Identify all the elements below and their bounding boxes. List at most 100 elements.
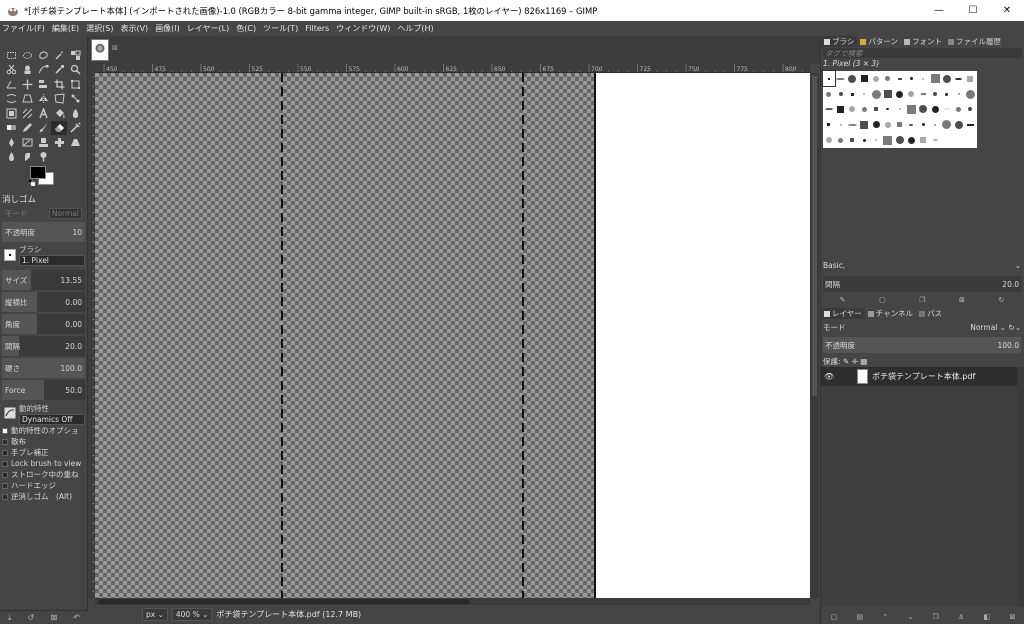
dodge-burn-tool-icon[interactable] xyxy=(35,150,51,165)
brush-thumbnail[interactable] xyxy=(917,133,929,148)
menu-filters[interactable]: Filters xyxy=(305,24,329,33)
brush-thumbnail[interactable] xyxy=(965,71,977,86)
raise-layer-icon[interactable]: ⌃ xyxy=(882,613,888,621)
brush-thumbnail[interactable] xyxy=(929,71,941,86)
reset-colors-icon[interactable] xyxy=(28,179,36,186)
by-color-select-tool-icon[interactable] xyxy=(67,48,83,63)
option-checkbox[interactable]: 逆消しゴム (Alt) xyxy=(2,491,88,502)
brush-thumbnail[interactable] xyxy=(894,71,906,86)
brush-thumbnail[interactable] xyxy=(847,102,859,117)
scissors-tool-icon[interactable] xyxy=(3,63,19,78)
option-checkbox[interactable]: Lock brush to view xyxy=(2,458,88,469)
brush-tag-search[interactable]: タグで検索 xyxy=(823,48,1022,58)
brush-thumbnail[interactable] xyxy=(953,102,965,117)
cage-transform-tool-icon[interactable] xyxy=(51,92,67,107)
crop-tool-icon[interactable] xyxy=(51,77,67,92)
brush-thumbnail[interactable] xyxy=(917,71,929,86)
brush-thumbnail[interactable] xyxy=(941,86,953,101)
brush-thumbnail[interactable] xyxy=(882,71,894,86)
maximize-button[interactable]: ☐ xyxy=(956,0,990,21)
brush-thumbnail[interactable] xyxy=(847,71,859,86)
lock-pixels-icon[interactable]: ✎ xyxy=(843,357,849,366)
layer-row[interactable]: 👁 ポチ袋テンプレート本体.pdf xyxy=(821,367,1017,386)
brush-thumbnail[interactable] xyxy=(835,71,847,86)
vertical-scrollbar[interactable] xyxy=(810,73,819,598)
checkbox-box[interactable] xyxy=(2,438,8,445)
brush-thumbnail[interactable] xyxy=(822,69,836,88)
brush-thumbnail[interactable] xyxy=(894,86,906,101)
brush-thumbnail[interactable] xyxy=(917,86,929,101)
option-checkbox[interactable]: 手ブレ補正 xyxy=(2,447,88,458)
bucket-fill-tool-icon[interactable] xyxy=(51,106,67,121)
mask-layer-icon[interactable]: ◧ xyxy=(984,613,991,621)
brush-thumbnail[interactable] xyxy=(917,117,929,132)
brush-thumbnail[interactable] xyxy=(929,102,941,117)
new-brush-icon[interactable]: ▢ xyxy=(879,296,886,304)
lock-position-icon[interactable]: ✛ xyxy=(852,357,858,366)
checkbox-box[interactable] xyxy=(2,449,8,456)
brush-thumbnail[interactable] xyxy=(835,133,847,148)
duplicate-brush-icon[interactable]: ❐ xyxy=(919,296,925,304)
tab-channels[interactable]: チャンネル xyxy=(865,308,916,319)
aspect-ratio-slider[interactable]: 縦横比 0.00 xyxy=(2,292,85,312)
brush-thumbnail[interactable] xyxy=(858,133,870,148)
measure-tool-icon[interactable] xyxy=(3,77,19,92)
tab-document-history[interactable]: ファイル履歴 xyxy=(945,36,1004,47)
brush-thumbnail[interactable] xyxy=(965,102,977,117)
brush-thumbnail[interactable] xyxy=(847,133,859,148)
perspective-clone-tool-icon[interactable] xyxy=(67,135,83,150)
opacity-slider[interactable]: 不透明度 10 xyxy=(2,222,85,242)
ink-tool-icon[interactable] xyxy=(3,135,19,150)
brush-thumbnail[interactable] xyxy=(929,86,941,101)
brush-thumbnail[interactable] xyxy=(847,86,859,101)
paths-tool-icon[interactable] xyxy=(35,63,51,78)
brush-thumbnail[interactable] xyxy=(870,102,882,117)
eraser-tool-icon[interactable] xyxy=(51,120,67,135)
menu-help[interactable]: ヘルプ(H) xyxy=(397,23,433,34)
save-options-icon[interactable]: ⤓ xyxy=(8,613,12,623)
dynamics-selector[interactable]: 動的特性 Dynamics Off xyxy=(2,403,85,425)
image-tab-close-icon[interactable]: ⊠ xyxy=(112,44,118,52)
unified-transform-tool-icon[interactable] xyxy=(67,77,83,92)
layer-list-scrollbar[interactable] xyxy=(1017,367,1024,607)
tab-fonts[interactable]: フォント xyxy=(901,36,945,47)
spacing-slider[interactable]: 間隔 20.0 xyxy=(2,336,85,356)
menu-windows[interactable]: ウィンドウ(W) xyxy=(336,23,390,34)
chevron-down-icon[interactable]: ⌄ xyxy=(1015,261,1021,272)
brush-thumbnail[interactable] xyxy=(953,71,965,86)
brush-preview[interactable] xyxy=(4,249,16,261)
fuzzy-select-tool-icon[interactable] xyxy=(51,48,67,63)
size-slider[interactable]: サイズ 13.55 xyxy=(2,270,85,290)
menu-tools[interactable]: ツール(T) xyxy=(263,23,298,34)
tab-brushes[interactable]: ブラシ xyxy=(821,36,858,47)
menu-select[interactable]: 選択(S) xyxy=(86,23,113,34)
brush-thumbnail[interactable] xyxy=(835,86,847,101)
heal-tool-icon[interactable] xyxy=(51,135,67,150)
brush-thumbnail[interactable] xyxy=(929,133,941,148)
seamless-clone-tool-icon[interactable] xyxy=(3,106,19,121)
delete-layer-icon[interactable]: ⊠ xyxy=(1009,613,1015,621)
brush-thumbnail[interactable] xyxy=(906,71,918,86)
brush-thumbnail[interactable] xyxy=(941,71,953,86)
brush-thumbnail[interactable] xyxy=(823,133,835,148)
brush-thumbnail[interactable] xyxy=(917,102,929,117)
option-checkbox[interactable]: ハードエッジ xyxy=(2,480,88,491)
clone-tool-icon[interactable] xyxy=(35,135,51,150)
menu-image[interactable]: 画像(I) xyxy=(155,23,180,34)
brush-thumbnail[interactable] xyxy=(870,133,882,148)
brush-thumbnail[interactable] xyxy=(882,133,894,148)
force-slider[interactable]: Force 50.0 xyxy=(2,380,85,400)
ellipse-select-tool-icon[interactable] xyxy=(19,48,35,63)
brush-thumbnail[interactable] xyxy=(858,71,870,86)
checkbox-box[interactable] xyxy=(2,427,8,434)
brush-thumbnail[interactable] xyxy=(835,102,847,117)
brush-tag-row[interactable]: Basic, ⌄ xyxy=(823,261,1021,272)
menu-edit[interactable]: 編集(E) xyxy=(52,23,79,34)
brush-thumbnail[interactable] xyxy=(906,117,918,132)
brush-thumbnail[interactable] xyxy=(870,86,882,101)
paintbrush-tool-icon[interactable] xyxy=(35,121,51,136)
text-tool-icon[interactable] xyxy=(35,106,51,121)
brush-thumbnail[interactable] xyxy=(882,86,894,101)
brush-thumbnail[interactable] xyxy=(941,117,953,132)
brush-thumbnail[interactable] xyxy=(906,133,918,148)
